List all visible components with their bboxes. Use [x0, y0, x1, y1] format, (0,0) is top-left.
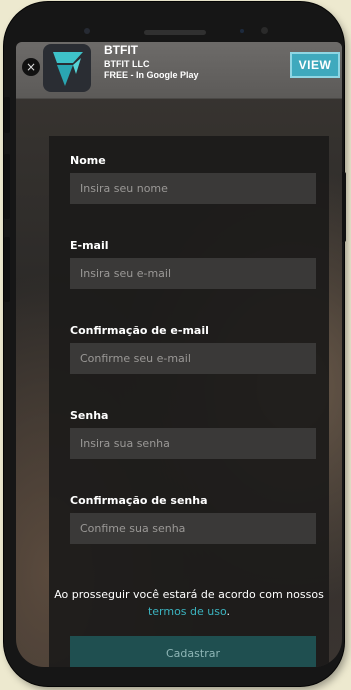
btfit-logo-icon	[43, 44, 91, 92]
password-label: Senha	[70, 409, 109, 422]
screen: × BTFIT BTFIT LLC FREE - In Google Play …	[16, 42, 342, 667]
terms-notice: Ao prosseguir você estará de acordo com …	[49, 586, 329, 620]
terms-link[interactable]: termos de uso	[148, 605, 227, 618]
password-confirm-field[interactable]: Confime sua senha	[70, 513, 316, 544]
banner-app-name: BTFIT	[104, 43, 138, 57]
proximity-sensor	[240, 29, 244, 33]
password-confirm-label: Confirmação de senha	[70, 494, 208, 507]
name-label: Nome	[70, 154, 106, 167]
app-install-banner: × BTFIT BTFIT LLC FREE - In Google Play …	[16, 42, 342, 99]
password-field[interactable]: Insira sua senha	[70, 428, 316, 459]
submit-button[interactable]: Cadastrar	[70, 636, 316, 667]
signup-form: Nome Insira seu nome E-mail Insira seu e…	[49, 136, 329, 667]
terms-text: Ao prosseguir você estará de acordo com …	[54, 588, 324, 601]
banner-developer: BTFIT LLC	[104, 59, 150, 69]
view-button[interactable]: VIEW	[290, 52, 340, 78]
close-icon[interactable]: ×	[22, 58, 40, 76]
email-field[interactable]: Insira seu e-mail	[70, 258, 316, 289]
speaker-grille	[144, 30, 206, 35]
volume-down-button	[4, 237, 10, 302]
banner-availability: FREE - In Google Play	[104, 70, 199, 80]
front-camera	[84, 28, 90, 34]
terms-period: .	[226, 605, 231, 618]
email-confirm-label: Confirmação de e-mail	[70, 324, 209, 337]
email-label: E-mail	[70, 239, 109, 252]
email-confirm-field[interactable]: Confirme seu e-mail	[70, 343, 316, 374]
name-field[interactable]: Insira seu nome	[70, 173, 316, 204]
front-camera-secondary	[261, 27, 268, 34]
volume-up-button	[4, 154, 10, 219]
phone-frame: × BTFIT BTFIT LLC FREE - In Google Play …	[4, 2, 346, 686]
side-button	[4, 97, 10, 133]
